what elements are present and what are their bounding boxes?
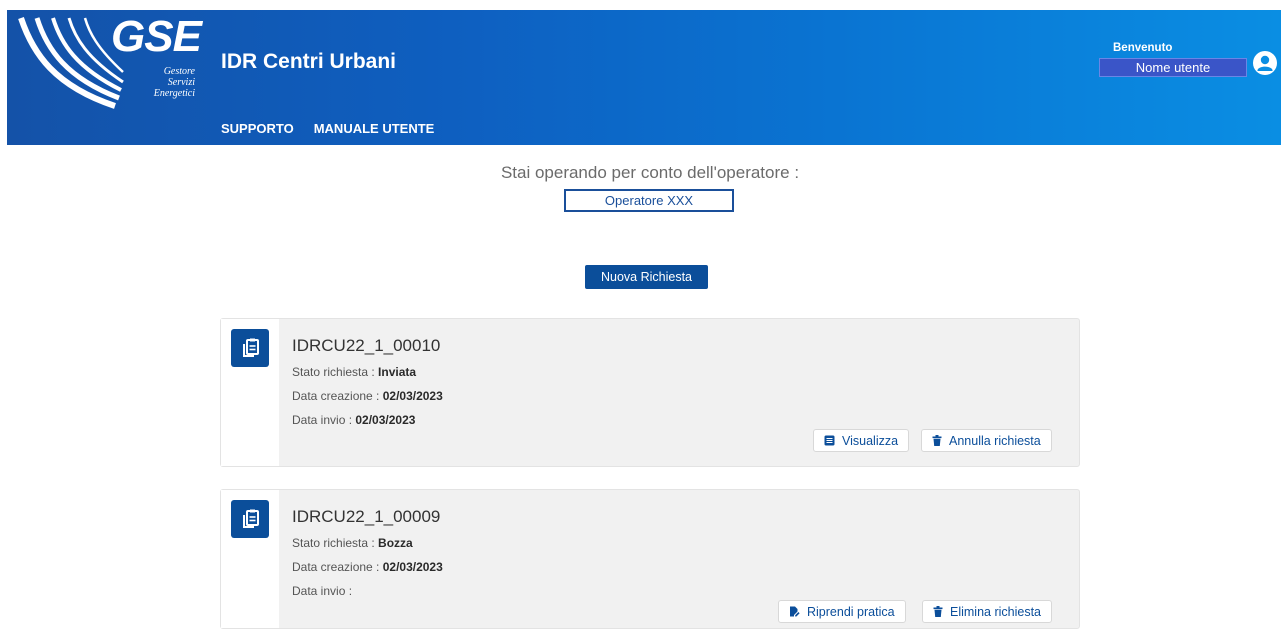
sent-label: Data invio : [292, 584, 353, 598]
resume-request-label: Riprendi pratica [807, 604, 895, 619]
document-copy-icon [231, 329, 269, 367]
file-edit-icon [790, 606, 800, 617]
request-created: Data creazione : 02/03/2023 [292, 389, 443, 403]
view-label: Visualizza [842, 433, 899, 448]
delete-request-label: Elimina richiesta [950, 604, 1042, 619]
logo-subtitle-line: Servizi [167, 77, 195, 88]
request-created: Data creazione : 02/03/2023 [292, 560, 443, 574]
status-label: Stato richiesta : [292, 536, 379, 550]
operator-label: Stai operando per conto dell'operatore : [500, 163, 800, 182]
trash-icon [932, 435, 942, 446]
delete-request-button[interactable]: Elimina richiesta [922, 600, 1053, 623]
status-value: Inviata [378, 365, 417, 379]
gse-logo[interactable]: GSE Gestore Servizi Energetici [15, 12, 202, 114]
new-request-button[interactable]: Nuova Richiesta [585, 265, 708, 289]
operator-name-field[interactable]: Operatore XXX [564, 189, 734, 212]
logo-subtitle: Gestore Servizi Energetici [135, 66, 195, 99]
request-id: IDRCU22_1_00010 [292, 336, 441, 355]
sent-value: 02/03/2023 [355, 413, 416, 427]
created-value: 02/03/2023 [382, 560, 443, 574]
resume-request-button[interactable]: Riprendi pratica [778, 600, 906, 623]
list-icon [824, 435, 835, 446]
top-nav: SUPPORTO MANUALE UTENTE [221, 121, 434, 136]
request-status: Stato richiesta : Bozza [292, 536, 413, 550]
created-value: 02/03/2023 [382, 389, 443, 403]
view-button[interactable]: Visualizza [813, 429, 910, 452]
status-value: Bozza [378, 536, 413, 550]
request-card: IDRCU22_1_00010 Stato richiesta : Inviat… [220, 318, 1080, 467]
cancel-request-button[interactable]: Annulla richiesta [921, 429, 1052, 452]
nav-supporto[interactable]: SUPPORTO [221, 121, 294, 136]
logo-text: GSE [111, 12, 202, 61]
card-side [221, 319, 279, 466]
request-id: IDRCU22_1_00009 [292, 507, 441, 526]
trash-icon [933, 606, 943, 617]
card-side [221, 490, 279, 628]
user-circle-icon[interactable] [1252, 50, 1278, 76]
logo-subtitle-line: Gestore [163, 66, 195, 77]
document-copy-icon [231, 500, 269, 538]
request-card: IDRCU22_1_00009 Stato richiesta : Bozza … [220, 489, 1080, 629]
request-status: Stato richiesta : Inviata [292, 365, 416, 379]
app-title: IDR Centri Urbani [221, 50, 397, 73]
created-label: Data creazione : [292, 389, 383, 403]
logo-swoosh-icon [18, 17, 124, 109]
logo-subtitle-line: Energetici [153, 88, 195, 99]
username-field[interactable]: Nome utente [1099, 58, 1247, 77]
request-sent: Data invio : [292, 584, 352, 598]
cancel-request-label: Annulla richiesta [949, 433, 1041, 448]
created-label: Data creazione : [292, 560, 383, 574]
welcome-label: Benvenuto [1113, 42, 1173, 54]
nav-manuale-utente[interactable]: MANUALE UTENTE [314, 121, 435, 136]
sent-label: Data invio : [292, 413, 356, 427]
status-label: Stato richiesta : [292, 365, 379, 379]
request-sent: Data invio : 02/03/2023 [292, 413, 415, 427]
header: GSE Gestore Servizi Energetici IDR Centr… [7, 10, 1281, 145]
